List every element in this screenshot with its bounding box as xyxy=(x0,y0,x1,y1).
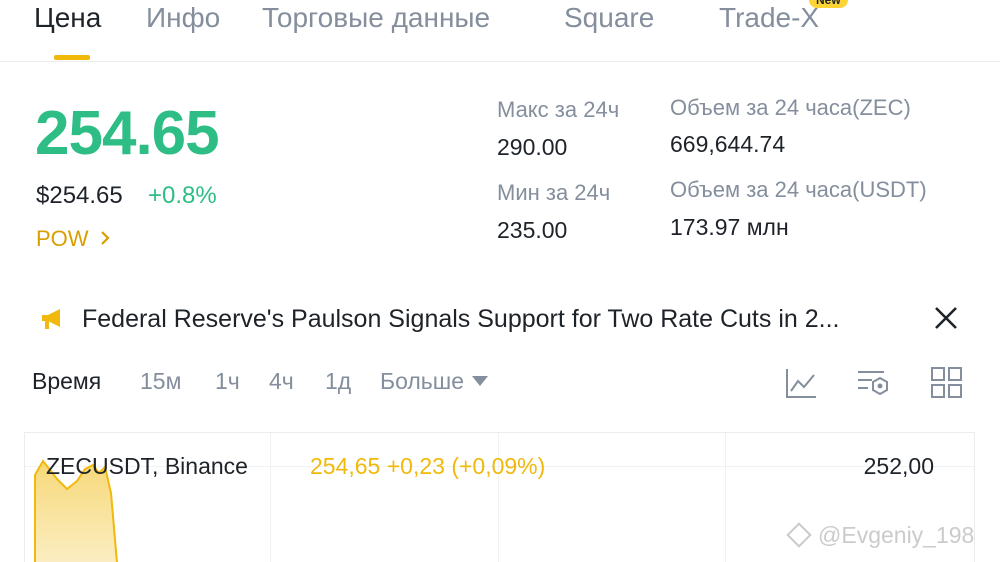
top-tab-bar: Цена Инфо Торговые данные Square Trade-X… xyxy=(0,0,1000,62)
watermark-text: @Evgeniy_198 xyxy=(818,522,975,548)
tab-info[interactable]: Инфо xyxy=(146,2,220,34)
chart-quote: 254,65 +0,23 (+0,09%) xyxy=(310,453,546,479)
interval-time[interactable]: Время xyxy=(32,368,101,395)
megaphone-icon xyxy=(40,306,66,332)
volume-base-value: 669,644.74 xyxy=(670,131,786,157)
caret-down-icon xyxy=(472,376,489,386)
grid-layout-icon[interactable] xyxy=(930,366,964,400)
interval-1h[interactable]: 1ч xyxy=(215,368,240,395)
active-tab-indicator xyxy=(54,55,90,60)
chart-price-axis-label: 252,00 xyxy=(863,453,934,479)
diamond-icon xyxy=(786,522,812,548)
chart-symbol: ZECUSDT, Binance xyxy=(46,453,248,479)
tab-square[interactable]: Square xyxy=(564,2,654,34)
volume-quote-label: Объем за 24 часа(USDT) xyxy=(670,177,927,202)
chevron-right-icon xyxy=(99,226,111,252)
tab-price[interactable]: Цена xyxy=(34,2,101,34)
news-banner: Federal Reserve's Paulson Signals Suppor… xyxy=(40,300,970,342)
high-24h-label: Макс за 24ч xyxy=(497,97,620,122)
interval-1d[interactable]: 1д xyxy=(325,368,351,395)
price-usd: $254.65 xyxy=(36,182,123,209)
interval-toolbar: Время 15м 1ч 4ч 1д Больше xyxy=(0,362,1000,402)
more-intervals-dropdown[interactable]: Больше xyxy=(380,368,489,395)
news-headline[interactable]: Federal Reserve's Paulson Signals Suppor… xyxy=(82,305,839,334)
new-badge: New xyxy=(809,0,848,8)
low-24h-value: 235.00 xyxy=(497,217,568,243)
high-24h-value: 290.00 xyxy=(497,134,568,160)
last-price: 254.65 xyxy=(35,99,220,168)
interval-15m[interactable]: 15м xyxy=(140,368,181,395)
indicator-settings-icon[interactable] xyxy=(856,366,890,400)
watermark: @Evgeniy_198 xyxy=(786,522,975,549)
low-24h-label: Мин за 24ч xyxy=(497,180,611,205)
close-icon[interactable] xyxy=(932,304,960,332)
volume-base-label: Объем за 24 часа(ZEC) xyxy=(670,95,911,120)
interval-4h[interactable]: 4ч xyxy=(269,368,294,395)
tab-trade-x[interactable]: Trade-X xyxy=(719,2,819,34)
line-chart-icon[interactable] xyxy=(784,366,818,400)
pow-tag-link[interactable]: POW xyxy=(36,226,111,252)
pow-tag-label: POW xyxy=(36,226,89,251)
price-change-percent: +0.8% xyxy=(148,182,217,209)
volume-quote-value: 173.97 млн xyxy=(670,214,789,240)
tab-trading-data[interactable]: Торговые данные xyxy=(262,2,490,34)
more-intervals-label: Больше xyxy=(380,368,465,394)
